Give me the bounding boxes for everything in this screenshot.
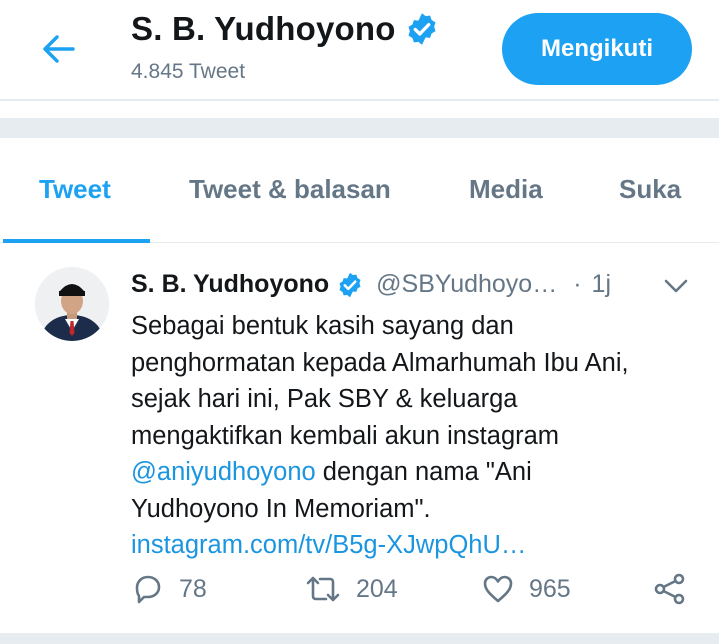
- instagram-link[interactable]: instagram.com/tv/B5g-XJwpQhU…: [131, 527, 701, 564]
- separator-dot: ·: [573, 270, 582, 298]
- tweet-text-line: penghormatan kepada Almarhumah Ibu Ani,: [131, 348, 629, 377]
- tweet-text-fragment: dengan nama "Ani: [315, 458, 532, 486]
- heart-icon: [483, 575, 513, 603]
- verified-badge-icon: [339, 272, 361, 297]
- tweet-actions: 78 204 965: [0, 572, 719, 620]
- retweet-icon: [306, 576, 340, 602]
- tweet-text-line: Sebagai bentuk kasih sayang dan: [131, 312, 514, 340]
- like-button[interactable]: 965: [481, 572, 571, 606]
- following-button[interactable]: Mengikuti: [502, 13, 692, 85]
- profile-name: S. B. Yudhoyono: [131, 10, 396, 47]
- mention-link[interactable]: @aniyudhoyono: [131, 458, 316, 486]
- tweet-text-line: sejak hari ini, Pak SBY & keluarga: [131, 385, 518, 413]
- profile-title-row: S. B. Yudhoyono: [131, 10, 440, 48]
- tweet-text-line: Yudhoyono In Memoriam".: [131, 494, 431, 523]
- profile-header: S. B. Yudhoyono 4.845 Tweet Mengikuti: [0, 0, 719, 101]
- avatar[interactable]: [35, 267, 109, 341]
- tab-likes[interactable]: Suka: [619, 174, 681, 205]
- tweet-text: Sebagai bentuk kasih sayang dan penghorm…: [131, 308, 701, 564]
- tweet-text-line: @aniyudhoyono dengan nama "Ani: [131, 454, 701, 491]
- share-icon: [654, 573, 685, 605]
- tweet-divider: [0, 633, 719, 644]
- reply-count: 78: [179, 574, 207, 603]
- tweet-count: 4.845 Tweet: [131, 60, 246, 83]
- arrow-left-icon: [43, 35, 75, 63]
- tweet-author-name[interactable]: S. B. Yudhoyono: [131, 270, 329, 299]
- tab-media[interactable]: Media: [469, 174, 543, 205]
- back-button[interactable]: [34, 27, 82, 71]
- tab-tweet[interactable]: Tweet: [39, 174, 111, 205]
- tweet-text-line: mengaktifkan kembali akun instagram: [131, 421, 560, 450]
- tweet-timestamp[interactable]: 1j: [592, 270, 611, 299]
- section-divider: [0, 118, 719, 138]
- like-count: 965: [529, 574, 571, 603]
- chevron-down-icon: [664, 279, 688, 293]
- tab-tweet-and-replies[interactable]: Tweet & balasan: [189, 174, 391, 205]
- reply-icon: [135, 575, 161, 604]
- profile-tabs: Tweet Tweet & balasan Media Suka: [0, 138, 719, 243]
- verified-badge-icon: [408, 13, 436, 45]
- tweet-menu-button[interactable]: [660, 272, 692, 300]
- tweet-header: S. B. Yudhoyono @SBYudhoyo… · 1j: [131, 270, 611, 299]
- avatar-image: [35, 267, 109, 341]
- retweet-button[interactable]: 204: [304, 572, 398, 606]
- tweet-author-handle[interactable]: @SBYudhoyo…: [376, 270, 557, 299]
- reply-button[interactable]: 78: [131, 572, 207, 606]
- retweet-count: 204: [356, 574, 398, 603]
- share-button[interactable]: [652, 572, 688, 606]
